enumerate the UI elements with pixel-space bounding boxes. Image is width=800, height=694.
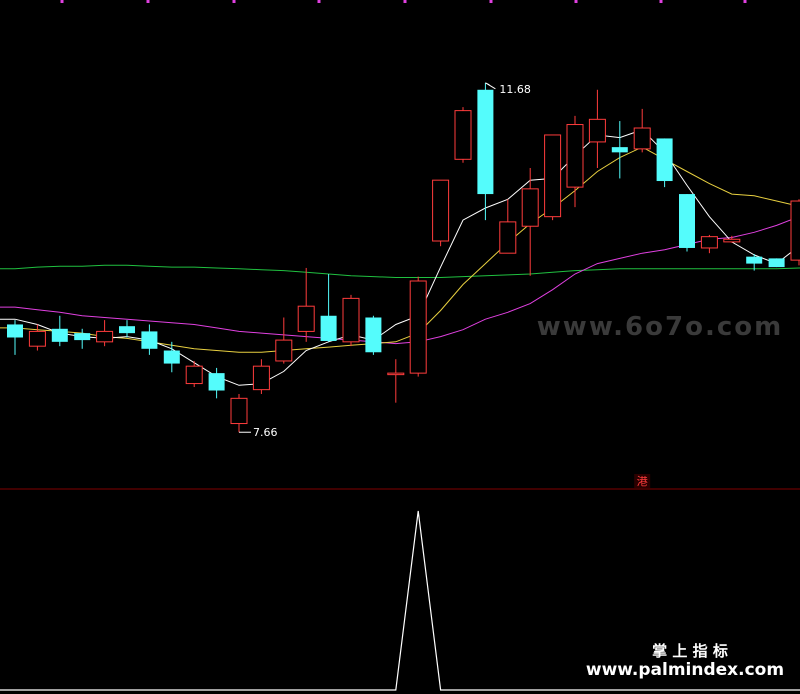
candle-body	[588, 118, 606, 143]
candle-16	[365, 315, 382, 355]
corner-watermark-url: www.palmindex.com	[586, 660, 784, 680]
candle-body	[387, 372, 405, 376]
candle-body	[230, 397, 248, 425]
candle-body	[51, 328, 68, 342]
candle-24	[544, 134, 562, 221]
candle-body	[544, 134, 562, 218]
candle-30	[679, 194, 695, 252]
corner-watermark-cn: 掌 上 指 标	[652, 642, 728, 660]
center-watermark: www.6o7o.com	[537, 312, 783, 342]
high-price-label: 11.68	[499, 83, 531, 96]
candle-15	[342, 294, 360, 347]
low-price-label: 7.66	[253, 426, 278, 439]
candle-20	[454, 107, 472, 163]
top-dot-3	[317, 0, 321, 3]
candle-body	[252, 365, 270, 391]
candle-body	[141, 331, 158, 349]
candle-body	[320, 315, 337, 341]
top-dot-0	[60, 0, 64, 3]
candle-body	[297, 305, 315, 332]
chart-background	[0, 0, 800, 694]
candle-body	[119, 326, 135, 334]
top-dot-6	[574, 0, 578, 3]
candle-body	[700, 236, 718, 249]
candle-body	[768, 258, 785, 268]
candle-34	[768, 258, 785, 268]
candle-body	[28, 330, 46, 347]
stock-chart: 11.68 7.66 港涨榜 www.6o7o.com 掌 上 指 标 www.…	[0, 0, 800, 694]
candle-body	[611, 147, 628, 153]
candle-body	[96, 330, 114, 343]
candle-body	[275, 339, 293, 362]
candle-body	[656, 138, 673, 182]
candle-body	[7, 324, 23, 338]
top-dot-2	[232, 0, 236, 3]
candle-body	[566, 124, 584, 188]
candle-body	[499, 221, 517, 254]
candle-body	[521, 188, 539, 227]
candle-body	[342, 297, 360, 343]
event-tag-0: 港	[637, 475, 648, 488]
candle-body	[746, 256, 763, 264]
candle-body	[409, 280, 427, 374]
candle-29	[656, 138, 673, 188]
candle-body	[74, 333, 91, 341]
top-dot-7	[659, 0, 663, 3]
candle-body	[185, 365, 203, 385]
top-dot-8	[743, 0, 747, 3]
candle-body	[365, 317, 382, 353]
candle-35	[790, 199, 800, 266]
candle-body	[208, 373, 225, 391]
top-dot-1	[146, 0, 150, 3]
top-dot-5	[489, 0, 493, 3]
top-dot-4	[403, 0, 407, 3]
candle-body	[163, 350, 180, 364]
candle-19	[432, 179, 450, 247]
candle-body	[790, 200, 800, 261]
candle-body	[723, 238, 741, 243]
candle-body	[454, 110, 472, 160]
candle-body	[477, 89, 494, 195]
candle-18	[409, 276, 427, 377]
candle-body	[432, 179, 450, 242]
candle-body	[633, 127, 651, 150]
candle-body	[679, 194, 695, 248]
